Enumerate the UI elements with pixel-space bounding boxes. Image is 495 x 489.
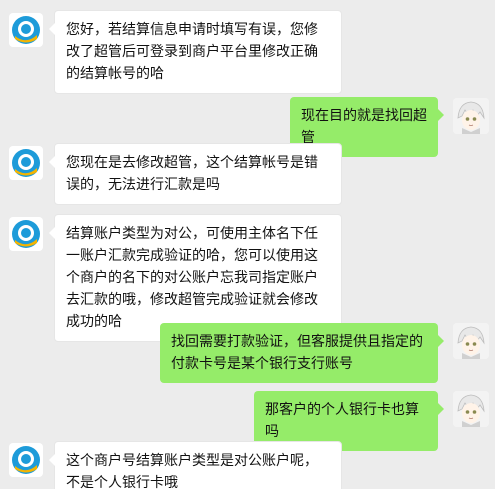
chat-window: 您好，若结算信息申请时填写有误，您修改了超管后可登录到商户平台里修改正确的结算帐… <box>0 0 495 489</box>
message-bubble-incoming: 您现在是去修改超管，这个结算帐号是错误的，无法进行汇款是吗 <box>49 143 342 205</box>
message-bubble-incoming: 您好，若结算信息申请时填写有误，您修改了超管后可登录到商户平台里修改正确的结算帐… <box>49 10 342 94</box>
support-bot-icon[interactable] <box>9 217 43 251</box>
anime-character-avatar[interactable] <box>453 391 489 427</box>
message-text: 那客户的个人银行卡也算吗 <box>265 402 419 440</box>
message-text: 结算账户类型为对公，可使用主体名下任一账户汇款完成验证的哈，您可以使用这个商户的… <box>66 226 318 330</box>
message-text: 这个商户号结算账户类型是对公账户呢，不是个人银行卡哦 <box>66 453 318 489</box>
support-bot-icon[interactable] <box>9 13 43 47</box>
message-text: 找回需要打款验证，但客服提供且指定的付款卡号是某个银行支行账号 <box>171 334 423 372</box>
message-bubble-incoming: 这个商户号结算账户类型是对公账户呢，不是个人银行卡哦 <box>49 441 342 489</box>
anime-character-avatar[interactable] <box>453 323 489 359</box>
message-text: 现在目的就是找回超管 <box>301 108 427 146</box>
support-bot-icon[interactable] <box>9 146 43 180</box>
support-bot-icon[interactable] <box>9 443 43 477</box>
message-text: 您好，若结算信息申请时填写有误，您修改了超管后可登录到商户平台里修改正确的结算帐… <box>66 22 318 82</box>
anime-character-avatar[interactable] <box>453 98 489 134</box>
message-bubble-outgoing: 找回需要打款验证，但客服提供且指定的付款卡号是某个银行支行账号 <box>160 323 444 383</box>
message-text: 您现在是去修改超管，这个结算帐号是错误的，无法进行汇款是吗 <box>66 155 318 193</box>
